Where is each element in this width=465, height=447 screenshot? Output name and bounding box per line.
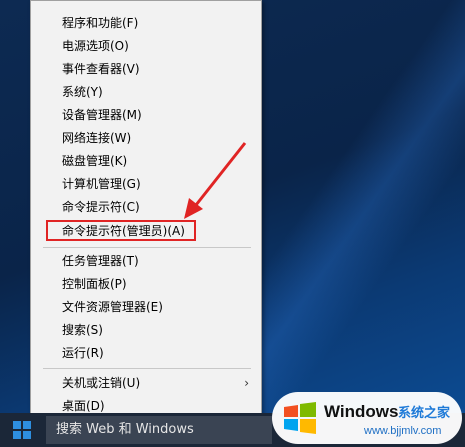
taskbar-search-box[interactable]: 搜索 Web 和 Windows xyxy=(46,416,272,444)
windows-logo-icon xyxy=(284,402,316,434)
windows-start-icon xyxy=(13,421,31,439)
watermark-url: www.bjjmlv.com xyxy=(364,425,442,437)
start-button[interactable] xyxy=(0,413,44,447)
watermark-brand: Windows xyxy=(324,402,399,421)
watermark-subtitle: 系统之家 xyxy=(398,406,451,421)
watermark-logo: Windows 系统之家 www.bjjmlv.com xyxy=(272,392,462,444)
arrow-annotation-icon xyxy=(184,142,247,219)
